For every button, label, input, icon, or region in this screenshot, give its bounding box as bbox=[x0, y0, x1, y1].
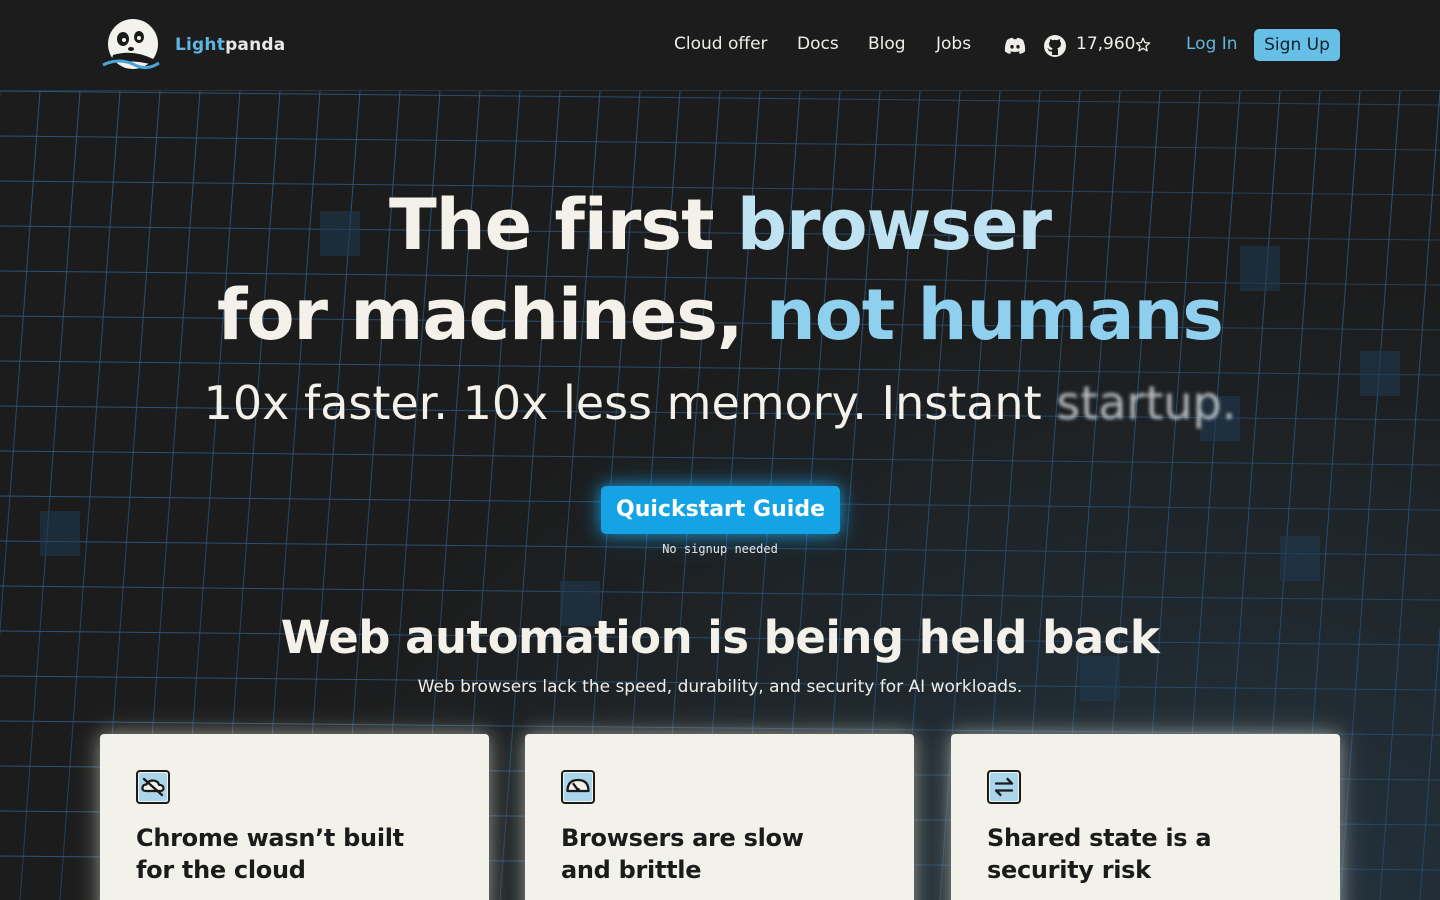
grid-line-horizontal bbox=[0, 135, 1440, 151]
grid-line-horizontal bbox=[0, 450, 1440, 466]
cta-note: No signup needed bbox=[662, 542, 778, 556]
nav-link-cloud-offer[interactable]: Cloud offer bbox=[674, 34, 768, 54]
hero-subtitle-main: 10x faster. 10x less memory. Instant bbox=[203, 376, 1057, 430]
top-navigation: Lightpanda Cloud offer Docs Blog Jobs 17… bbox=[0, 0, 1440, 91]
hero-title-line2-blue: not humans bbox=[765, 274, 1224, 356]
grid-line-horizontal bbox=[0, 720, 1440, 736]
grid-line-horizontal bbox=[0, 360, 1440, 376]
swap-arrows-icon bbox=[987, 770, 1021, 804]
hero-title-line2-white: for machines, bbox=[217, 274, 766, 356]
login-link[interactable]: Log In bbox=[1186, 34, 1238, 54]
feature-card-security: Shared state is a security risk bbox=[951, 734, 1340, 900]
gauge-icon bbox=[561, 770, 595, 804]
hero-title-line1-white: The first bbox=[389, 184, 737, 266]
panda-logo-icon[interactable] bbox=[101, 19, 161, 71]
grid-line-horizontal bbox=[0, 585, 1440, 601]
feature-card-cloud: Chrome wasn’t built for the cloud bbox=[100, 734, 489, 900]
github-star-count[interactable]: 17,960 bbox=[1076, 34, 1135, 54]
quickstart-guide-button[interactable]: Quickstart Guide bbox=[601, 486, 840, 534]
section-subtitle: Web browsers lack the speed, durability,… bbox=[417, 677, 1023, 697]
brand-light-text: Light bbox=[175, 35, 226, 55]
cloud-off-icon bbox=[136, 770, 170, 804]
brand-name[interactable]: Lightpanda bbox=[175, 35, 285, 55]
card-title: Chrome wasn’t built for the cloud bbox=[136, 824, 404, 884]
discord-icon[interactable] bbox=[1003, 34, 1027, 58]
hero-subtitle: 10x faster. 10x less memory. Instant sta… bbox=[0, 376, 1440, 430]
hero-subtitle-blurred: startup. bbox=[1056, 376, 1237, 430]
nav-link-docs[interactable]: Docs bbox=[797, 34, 839, 54]
brand-panda-text: panda bbox=[225, 35, 286, 55]
hero-title: The first browser for machines, not huma… bbox=[0, 180, 1440, 360]
section-title: Web automation is being held back bbox=[280, 611, 1160, 664]
nav-link-blog[interactable]: Blog bbox=[868, 34, 906, 54]
card-title: Shared state is a security risk bbox=[987, 824, 1212, 884]
nav-link-jobs[interactable]: Jobs bbox=[936, 34, 971, 54]
star-icon bbox=[1135, 37, 1151, 52]
feature-card-speed: Browsers are slow and brittle bbox=[525, 734, 914, 900]
card-title: Browsers are slow and brittle bbox=[561, 824, 804, 884]
signup-button[interactable]: Sign Up bbox=[1254, 29, 1340, 61]
github-icon[interactable] bbox=[1043, 34, 1067, 58]
hero-title-line1-blue: browser bbox=[736, 184, 1052, 266]
